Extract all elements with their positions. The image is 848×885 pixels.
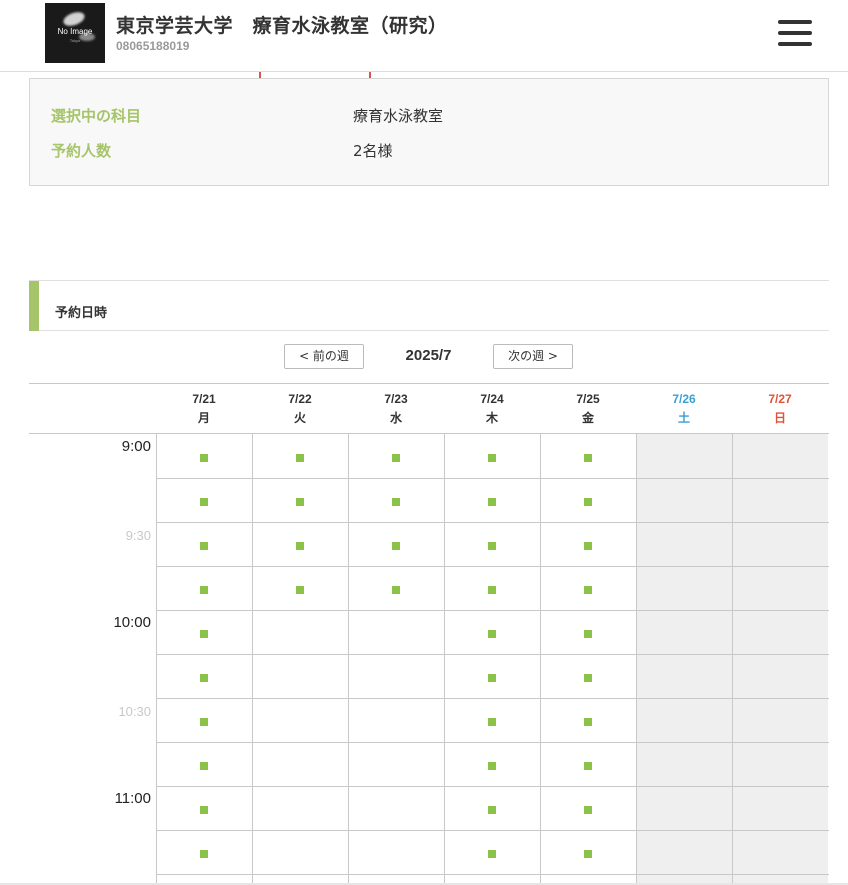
available-slot-marker[interactable] [584, 630, 592, 638]
available-slot-marker[interactable] [488, 674, 496, 682]
available-slot-marker[interactable] [488, 762, 496, 770]
available-slot-marker[interactable] [584, 542, 592, 550]
available-slot-marker[interactable] [488, 850, 496, 858]
available-slot-marker[interactable] [584, 718, 592, 726]
available-slot-marker[interactable] [488, 542, 496, 550]
subject-value: 療育水泳教室 [353, 107, 444, 125]
day-header: 7/22 火 [252, 390, 348, 428]
available-slot-marker[interactable] [200, 718, 208, 726]
available-slot-marker[interactable] [584, 850, 592, 858]
available-slot-marker[interactable] [200, 762, 208, 770]
available-slot-marker[interactable] [584, 806, 592, 814]
available-slot-marker[interactable] [200, 806, 208, 814]
site-header: No Image Tokyo 東京学芸大学 療育水泳教室（研究） 0806518… [0, 0, 848, 72]
available-slot-marker[interactable] [584, 498, 592, 506]
day-weekday: 火 [293, 411, 306, 425]
available-slot-marker[interactable] [392, 542, 400, 550]
section-title: 予約日時 [55, 306, 108, 321]
available-slot-marker[interactable] [488, 586, 496, 594]
day-header: 7/25 金 [540, 390, 636, 428]
day-date: 7/27 [768, 392, 792, 406]
day-weekday: 木 [485, 411, 498, 425]
available-slot-marker[interactable] [200, 674, 208, 682]
day-column [732, 434, 828, 885]
hamburger-menu-icon[interactable] [778, 20, 812, 46]
available-slot-marker[interactable] [488, 498, 496, 506]
available-slot-marker[interactable] [296, 542, 304, 550]
day-header: 7/24 木 [444, 390, 540, 428]
logo-subtext: Tokyo [69, 38, 81, 43]
available-slot-marker[interactable] [200, 630, 208, 638]
prev-week-button[interactable]: < 前の週 [284, 344, 364, 369]
next-week-button[interactable]: 次の週 > [493, 344, 573, 369]
time-label: 10:30 [118, 704, 151, 719]
available-slot-marker[interactable] [200, 498, 208, 506]
available-slot-marker[interactable] [584, 454, 592, 462]
day-date: 7/24 [480, 392, 504, 406]
day-header: 7/27 日 [732, 390, 828, 428]
day-weekday: 土 [677, 411, 690, 425]
day-header: 7/21 月 [156, 390, 252, 428]
subject-label: 選択中の科目 [51, 107, 142, 125]
time-label: 11:00 [114, 790, 151, 807]
day-date: 7/22 [288, 392, 312, 406]
available-slot-marker[interactable] [392, 586, 400, 594]
shop-phone: 08065188019 [116, 39, 190, 53]
people-label: 予約人数 [51, 142, 112, 160]
logo-text: No Image [57, 27, 93, 36]
shop-name: 東京学芸大学 療育水泳教室（研究） [116, 15, 448, 37]
day-date: 7/23 [384, 392, 408, 406]
day-header: 7/23 水 [348, 390, 444, 428]
day-date: 7/26 [672, 392, 696, 406]
available-slot-marker[interactable] [488, 630, 496, 638]
available-slot-marker[interactable] [296, 586, 304, 594]
section-heading: 予約日時 [29, 280, 829, 331]
month-label: 2025/7 [405, 347, 452, 364]
available-slot-marker[interactable] [488, 718, 496, 726]
available-slot-marker[interactable] [584, 586, 592, 594]
available-slot-marker[interactable] [200, 542, 208, 550]
available-slot-marker[interactable] [296, 498, 304, 506]
day-header: 7/26 土 [636, 390, 732, 428]
available-slot-marker[interactable] [200, 850, 208, 858]
day-date: 7/25 [576, 392, 600, 406]
day-date: 7/21 [192, 392, 216, 406]
time-label: 10:00 [113, 614, 151, 631]
available-slot-marker[interactable] [584, 674, 592, 682]
available-slot-marker[interactable] [392, 454, 400, 462]
day-weekday: 日 [773, 411, 786, 425]
available-slot-marker[interactable] [488, 454, 496, 462]
day-weekday: 月 [197, 411, 210, 425]
available-slot-marker[interactable] [200, 454, 208, 462]
availability-grid [156, 434, 829, 885]
time-label: 9:30 [125, 528, 151, 543]
available-slot-marker[interactable] [584, 762, 592, 770]
day-weekday: 金 [581, 411, 594, 425]
available-slot-marker[interactable] [392, 498, 400, 506]
shop-logo-image: No Image Tokyo [45, 3, 105, 63]
available-slot-marker[interactable] [296, 454, 304, 462]
selection-summary: 選択中の科目 療育水泳教室 予約人数 2名様 [29, 78, 829, 186]
day-weekday: 水 [389, 411, 402, 425]
time-label: 9:00 [121, 438, 151, 455]
calendar-top-border [29, 383, 829, 384]
available-slot-marker[interactable] [200, 586, 208, 594]
available-slot-marker[interactable] [488, 806, 496, 814]
day-column [636, 434, 732, 885]
people-value: 2名様 [353, 142, 393, 160]
